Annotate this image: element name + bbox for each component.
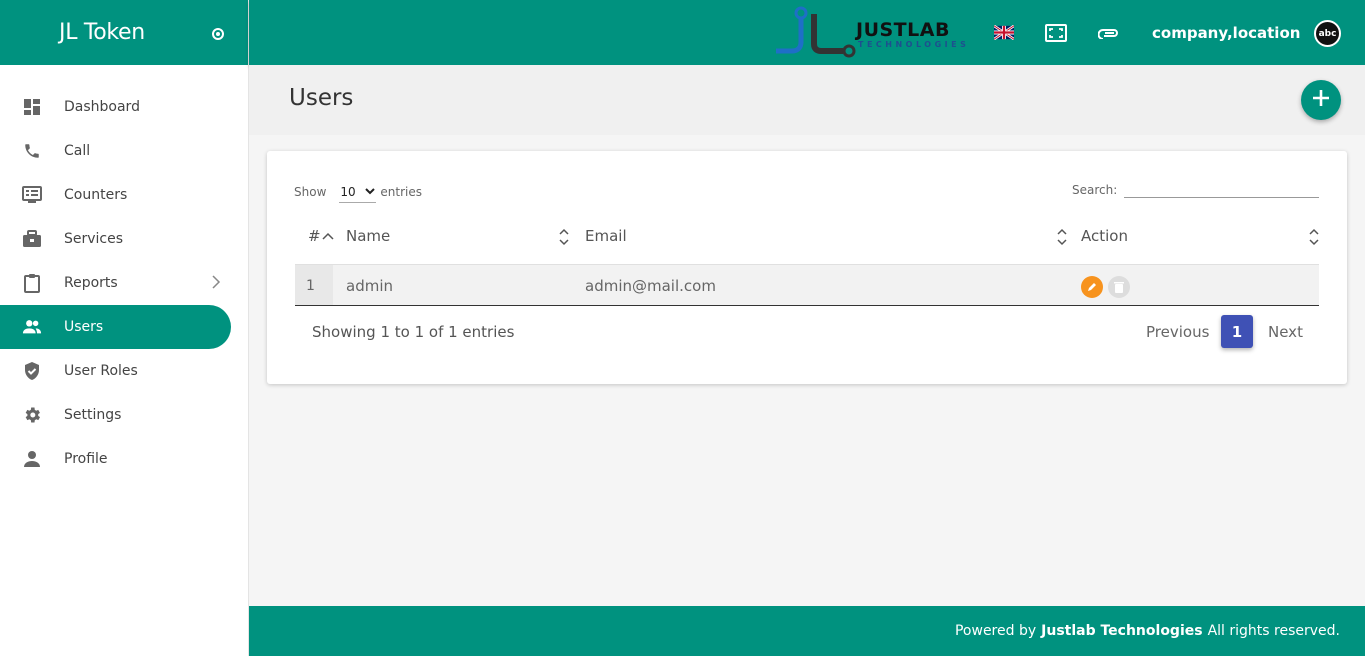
counter-icon xyxy=(22,185,42,205)
sidebar-item-reports[interactable]: Reports xyxy=(0,261,248,305)
footer-company-link[interactable]: Justlab Technologies xyxy=(1041,623,1202,639)
sidebar-item-counters[interactable]: Counters xyxy=(0,173,248,217)
pagination-previous[interactable]: Previous xyxy=(1146,323,1209,341)
sort-asc-icon[interactable] xyxy=(322,228,334,250)
plus-icon xyxy=(1311,88,1331,112)
sidebar-item-label: Call xyxy=(64,143,91,159)
trash-icon xyxy=(1114,278,1124,297)
pagination-next[interactable]: Next xyxy=(1268,323,1303,341)
logo-wordmark: JUSTLAB xyxy=(856,19,950,41)
users-icon xyxy=(22,317,42,337)
uk-flag-icon[interactable] xyxy=(993,24,1015,41)
search-label: Search: xyxy=(1072,182,1118,197)
sidebar-item-settings[interactable]: Settings xyxy=(0,393,248,437)
users-table-card: Show 10 entries Search: # Name Email Act… xyxy=(267,151,1347,384)
column-header-index[interactable]: # xyxy=(308,227,321,245)
attachment-icon[interactable] xyxy=(1098,22,1120,44)
edit-button[interactable] xyxy=(1081,276,1103,298)
fullscreen-icon[interactable] xyxy=(1045,22,1067,44)
sidebar-item-label: Profile xyxy=(64,451,108,467)
chevron-down-icon xyxy=(364,185,376,199)
column-header-action[interactable]: Action xyxy=(1081,227,1128,245)
row-email: admin@mail.com xyxy=(585,277,716,295)
person-icon xyxy=(22,449,42,469)
sidebar-item-label: Dashboard xyxy=(64,99,140,115)
sidebar-item-label: Reports xyxy=(64,275,118,291)
delete-button[interactable] xyxy=(1108,276,1130,298)
top-bar: JUSTLAB TECHNOLOGIES company,location ab… xyxy=(249,0,1365,65)
brand-header: JL Token xyxy=(0,0,248,65)
table-info: Showing 1 to 1 of 1 entries xyxy=(312,323,515,341)
pencil-icon xyxy=(1086,278,1098,297)
brand-title: JL Token xyxy=(59,20,145,45)
sort-both-icon[interactable] xyxy=(558,228,570,250)
row-name: admin xyxy=(346,277,393,295)
sidebar-item-label: User Roles xyxy=(64,363,138,379)
sort-both-icon[interactable] xyxy=(1308,228,1320,250)
page-title: Users xyxy=(289,85,354,111)
sidebar-nav: Dashboard Call Counters Services Reports xyxy=(0,65,248,481)
search-input[interactable] xyxy=(1124,181,1320,198)
sidebar: JL Token Dashboard Call Counters Service… xyxy=(0,0,249,656)
footer-prefix: Powered by xyxy=(954,623,1037,639)
phone-icon xyxy=(22,141,42,161)
shield-icon xyxy=(22,361,42,381)
page-header: Users xyxy=(249,65,1365,135)
sidebar-item-user-roles[interactable]: User Roles xyxy=(0,349,248,393)
column-header-name[interactable]: Name xyxy=(346,227,390,245)
clipboard-icon xyxy=(22,273,42,293)
company-location[interactable]: company,location xyxy=(1152,24,1300,42)
logo-tagline: TECHNOLOGIES xyxy=(858,40,970,49)
sidebar-item-services[interactable]: Services xyxy=(0,217,248,261)
justlab-logo: JUSTLAB TECHNOLOGIES xyxy=(772,6,978,58)
sidebar-item-label: Services xyxy=(64,231,124,247)
entries-label: entries xyxy=(380,185,422,199)
footer-text: Powered by Justlab Technologies All righ… xyxy=(955,623,1340,639)
gear-icon xyxy=(22,405,42,425)
chevron-right-icon xyxy=(211,274,221,294)
avatar[interactable]: abc xyxy=(1314,20,1341,47)
sidebar-toggle-icon[interactable] xyxy=(212,28,224,40)
column-header-email[interactable]: Email xyxy=(585,227,627,245)
entries-select[interactable]: 10 xyxy=(339,181,377,203)
sidebar-item-label: Users xyxy=(64,319,104,335)
sidebar-item-call[interactable]: Call xyxy=(0,129,248,173)
entries-select-value: 10 xyxy=(340,184,356,199)
row-index: 1 xyxy=(306,278,315,294)
sort-both-icon[interactable] xyxy=(1056,228,1068,250)
entries-length-control: Show 10 entries xyxy=(294,181,422,203)
sidebar-item-dashboard[interactable]: Dashboard xyxy=(0,85,248,129)
sidebar-item-profile[interactable]: Profile xyxy=(0,437,248,481)
sidebar-item-label: Counters xyxy=(64,187,128,203)
show-label: Show xyxy=(294,185,327,199)
footer-suffix: All rights reserved. xyxy=(1207,623,1340,639)
pagination-page-1[interactable]: 1 xyxy=(1221,315,1253,348)
add-user-button[interactable] xyxy=(1301,80,1341,120)
dashboard-icon xyxy=(22,97,42,117)
table-search: Search: xyxy=(1072,181,1320,198)
sidebar-item-label: Settings xyxy=(64,407,122,423)
briefcase-icon xyxy=(22,229,42,249)
footer: Powered by Justlab Technologies All righ… xyxy=(249,606,1365,656)
table-row xyxy=(295,265,1319,306)
sidebar-item-users[interactable]: Users xyxy=(0,305,231,349)
